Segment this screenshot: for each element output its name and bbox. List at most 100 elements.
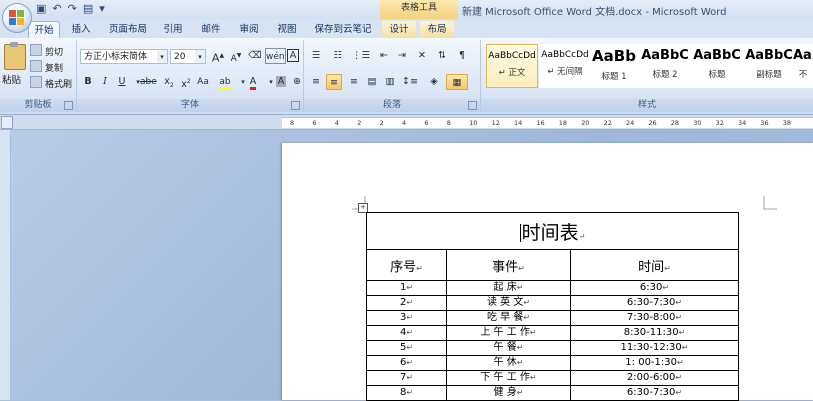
enclose-char-button[interactable]: ⊕	[289, 74, 305, 90]
sort-button[interactable]: ⇅	[434, 48, 450, 64]
grow-font-button[interactable]: A▲	[210, 48, 226, 65]
italic-button[interactable]: I	[97, 74, 113, 90]
tab-references[interactable]: 引用	[158, 21, 188, 38]
undo-icon[interactable]: ↶	[52, 2, 61, 15]
bold-button[interactable]: B	[80, 74, 96, 90]
style-normal[interactable]: AaBbCcDd ↵ 正文	[486, 44, 538, 88]
tab-selector-icon[interactable]: .	[1, 116, 13, 129]
customize-dropdown-icon[interactable]: ▾	[99, 2, 105, 15]
tab-view[interactable]: 视图	[272, 21, 302, 38]
table-cell[interactable]: 8:30-11:30↵	[569, 325, 740, 341]
clipboard-launcher-icon[interactable]: .	[64, 101, 73, 110]
table-cell[interactable]: 午 餐↵	[446, 340, 571, 356]
char-border-button[interactable]: A	[285, 48, 301, 64]
table-cell[interactable]: 6:30-7:30↵	[569, 385, 740, 401]
table-title-cell[interactable]: 时间表↵	[365, 212, 740, 250]
numbering-button[interactable]: ☷	[330, 48, 346, 64]
header-cell[interactable]: 时间↵	[569, 249, 740, 281]
char-shading-button[interactable]: A	[273, 74, 289, 90]
tab-save-to-cloud-note[interactable]: 保存到云笔记	[310, 21, 376, 38]
header-cell[interactable]: 事件↵	[446, 249, 571, 281]
shading-button[interactable]: ◈	[426, 74, 442, 90]
table-cell[interactable]: 下 午 工 作↵	[446, 370, 571, 386]
underline-button[interactable]: U	[114, 74, 130, 90]
ruler-tick-label: 36	[760, 119, 769, 127]
header-cell[interactable]: 序号↵	[366, 249, 447, 281]
table-cell[interactable]: 6:30↵	[569, 280, 740, 296]
multilevel-list-button[interactable]: ⋮☰	[352, 48, 370, 64]
cut-button[interactable]: 剪切	[30, 44, 63, 58]
distributed-button[interactable]: ▥	[382, 74, 398, 90]
shrink-font-button[interactable]: A▼	[228, 48, 244, 64]
justify-button[interactable]: ▤	[364, 74, 380, 90]
tab-insert[interactable]: 插入	[66, 21, 96, 38]
format-painter-button[interactable]: 格式刷	[30, 76, 72, 90]
table-cell[interactable]: 起 床↵	[446, 280, 571, 296]
table-cell[interactable]: 6:30-7:30↵	[569, 295, 740, 311]
decrease-indent-button[interactable]: ⇤	[376, 48, 392, 64]
change-case-button[interactable]: Aa	[195, 74, 211, 90]
table-cell[interactable]: 5↵	[366, 340, 447, 356]
clear-format-button[interactable]: ⌫	[247, 48, 263, 64]
tab-mailings[interactable]: 邮件	[196, 21, 226, 38]
paragraph-launcher-icon[interactable]: .	[468, 101, 477, 110]
tab-home[interactable]: 开始	[28, 21, 60, 39]
align-right-button[interactable]: ≡	[346, 74, 362, 90]
tab-table-design[interactable]: 设计	[382, 21, 416, 38]
borders-button[interactable]: ▦	[446, 74, 468, 90]
table-cell[interactable]: 上 午 工 作↵	[446, 325, 571, 341]
table-cell[interactable]: 11:30-12:30↵	[569, 340, 740, 356]
font-color-button[interactable]: A	[245, 74, 261, 90]
superscript-button[interactable]: x2	[178, 74, 194, 90]
phonetic-guide-button[interactable]: wén	[265, 48, 286, 64]
table-cell[interactable]: 2:00-6:00↵	[569, 370, 740, 386]
table-cell[interactable]: 1: 00-1:30↵	[569, 355, 740, 371]
table-cell[interactable]: 午 休↵	[446, 355, 571, 371]
style-heading-2[interactable]: AaBbC 标题 2	[639, 44, 691, 88]
table-cell[interactable]: 8↵	[366, 385, 447, 401]
subscript-button[interactable]: x2	[161, 74, 177, 90]
save-icon[interactable]: ▣	[36, 2, 46, 15]
style-subtitle[interactable]: AaBbC 副标题	[743, 44, 795, 88]
schedule-table[interactable]: 时间表↵ 序号↵ 事件↵ 时间↵ 1↵ 起 床↵ 6:30↵ 2↵ 读 英 文↵…	[365, 212, 740, 401]
paste-button[interactable]: 粘贴	[2, 72, 21, 86]
strikethrough-button[interactable]: abe	[140, 74, 157, 90]
table-cell[interactable]: 7:30-8:00↵	[569, 310, 740, 326]
table-cell[interactable]: 读 英 文↵	[446, 295, 571, 311]
office-button[interactable]	[2, 3, 32, 33]
table-cell[interactable]: 4↵	[366, 325, 447, 341]
vertical-ruler[interactable]	[0, 130, 11, 400]
bullets-button[interactable]: ☰	[308, 48, 324, 64]
style-title[interactable]: AaBbC 标题	[691, 44, 743, 88]
table-cell[interactable]: 6↵	[366, 355, 447, 371]
table-cell[interactable]: 3↵	[366, 310, 447, 326]
show-marks-button[interactable]: ¶	[454, 48, 470, 64]
table-cell[interactable]: 健 身↵	[446, 385, 571, 401]
tab-table-layout[interactable]: 布局	[420, 21, 454, 38]
tab-page-layout[interactable]: 页面布局	[104, 21, 152, 38]
horizontal-ruler[interactable]: . 86422468101214161820222426283032343638	[0, 115, 813, 130]
ruler-tick-label: 4	[334, 119, 339, 127]
ruler-tick-label: 10	[469, 119, 478, 127]
font-name-combo[interactable]: 方正小标宋简体 ▾	[80, 49, 168, 64]
style-heading-1[interactable]: AaBb 标题 1	[588, 44, 640, 88]
table-cell[interactable]: 吃 早 餐↵	[446, 310, 571, 326]
chinese-layout-button[interactable]: ✕	[414, 48, 430, 64]
align-left-button[interactable]: ≡	[308, 74, 324, 90]
redo-icon[interactable]: ↷	[68, 2, 77, 15]
style-subtle[interactable]: AaB不	[793, 44, 813, 88]
tab-review[interactable]: 审阅	[234, 21, 264, 38]
increase-indent-button[interactable]: ⇥	[394, 48, 410, 64]
copy-button[interactable]: 复制	[30, 60, 63, 74]
paste-icon[interactable]	[4, 42, 26, 70]
line-spacing-button[interactable]: ↕≡	[402, 74, 418, 90]
font-size-combo[interactable]: 20 ▾	[170, 49, 206, 64]
table-cell[interactable]: 2↵	[366, 295, 447, 311]
table-cell[interactable]: 1↵	[366, 280, 447, 296]
table-cell[interactable]: 7↵	[366, 370, 447, 386]
font-launcher-icon[interactable]: .	[291, 101, 300, 110]
style-no-spacing[interactable]: AaBbCcDd ↵ 无间隔	[539, 44, 591, 88]
highlight-button[interactable]: ab	[217, 74, 233, 90]
align-center-button[interactable]: ≡	[326, 74, 342, 90]
print-preview-icon[interactable]: ▤	[83, 2, 93, 15]
